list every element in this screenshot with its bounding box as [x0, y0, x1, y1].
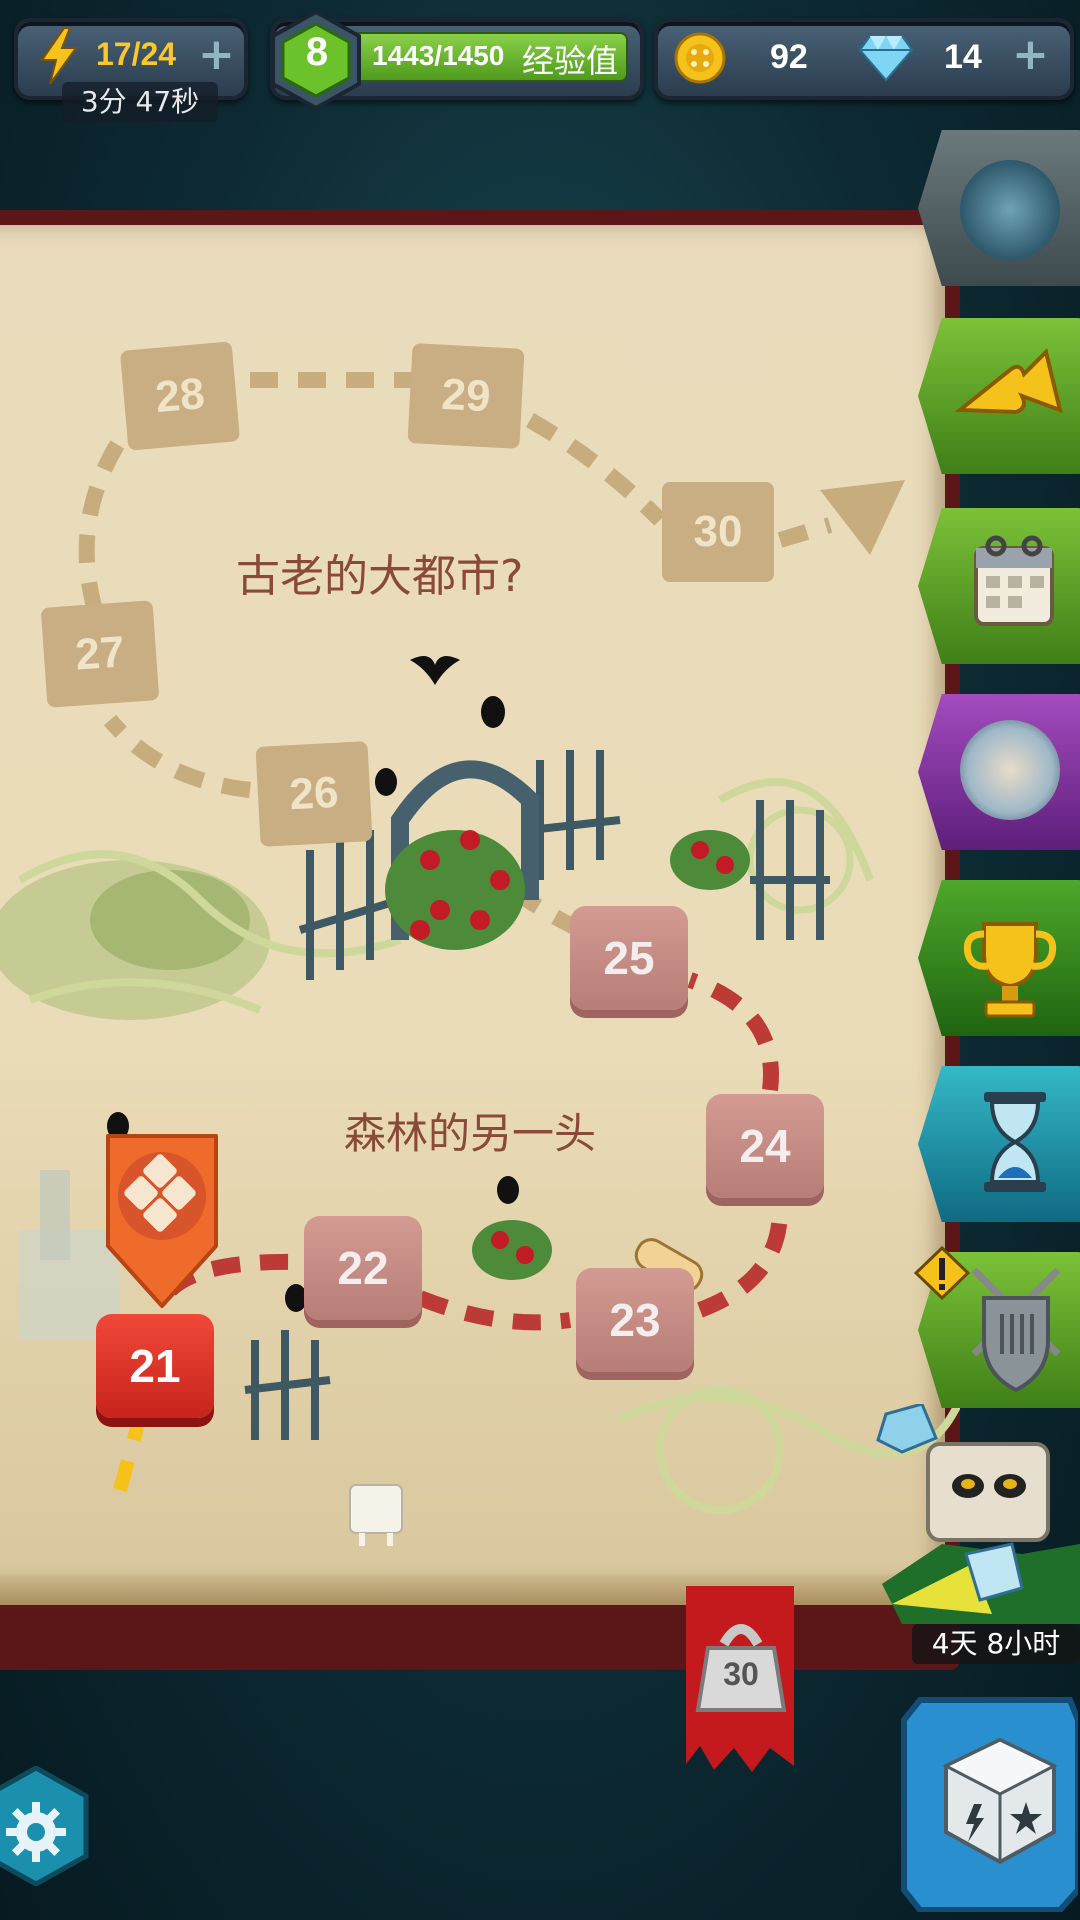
bookmark-value: 30	[723, 1656, 759, 1692]
event-character-robot[interactable]	[872, 1404, 1080, 1624]
dice-icon	[942, 1737, 1058, 1865]
alert-icon	[914, 1246, 970, 1300]
trophy-icon	[963, 922, 1057, 1018]
event-timer: 4天 8小时	[912, 1624, 1080, 1664]
level-node-30[interactable]: 30	[662, 482, 774, 582]
gear-icon	[6, 1802, 66, 1862]
level-node-26[interactable]: 26	[255, 741, 373, 847]
player-marker-icon[interactable]	[100, 1128, 224, 1310]
level-node-28[interactable]: 28	[119, 341, 241, 451]
calendar-icon	[974, 535, 1054, 626]
level-node-24[interactable]: 24	[706, 1094, 824, 1198]
level-node-21-current[interactable]: 21	[96, 1314, 214, 1418]
region-label-ancient-city: 古老的大都市?	[236, 551, 524, 602]
ice-dice-icon	[960, 160, 1060, 260]
shield-swords-icon	[971, 1267, 1061, 1393]
add-gems-button[interactable]: +	[1012, 33, 1049, 77]
level-node-29[interactable]: 29	[407, 343, 525, 449]
level-node-23[interactable]: 23	[576, 1268, 694, 1372]
region-label-forest-far-side: 森林的另一头	[344, 1109, 597, 1158]
hourglass-icon	[984, 1092, 1046, 1192]
level-node-25[interactable]: 25	[570, 906, 688, 1010]
level-node-27[interactable]: 27	[40, 600, 160, 708]
level-node-22[interactable]: 22	[304, 1216, 422, 1320]
horn-icon	[954, 348, 1063, 415]
character-portrait-icon	[960, 720, 1060, 820]
